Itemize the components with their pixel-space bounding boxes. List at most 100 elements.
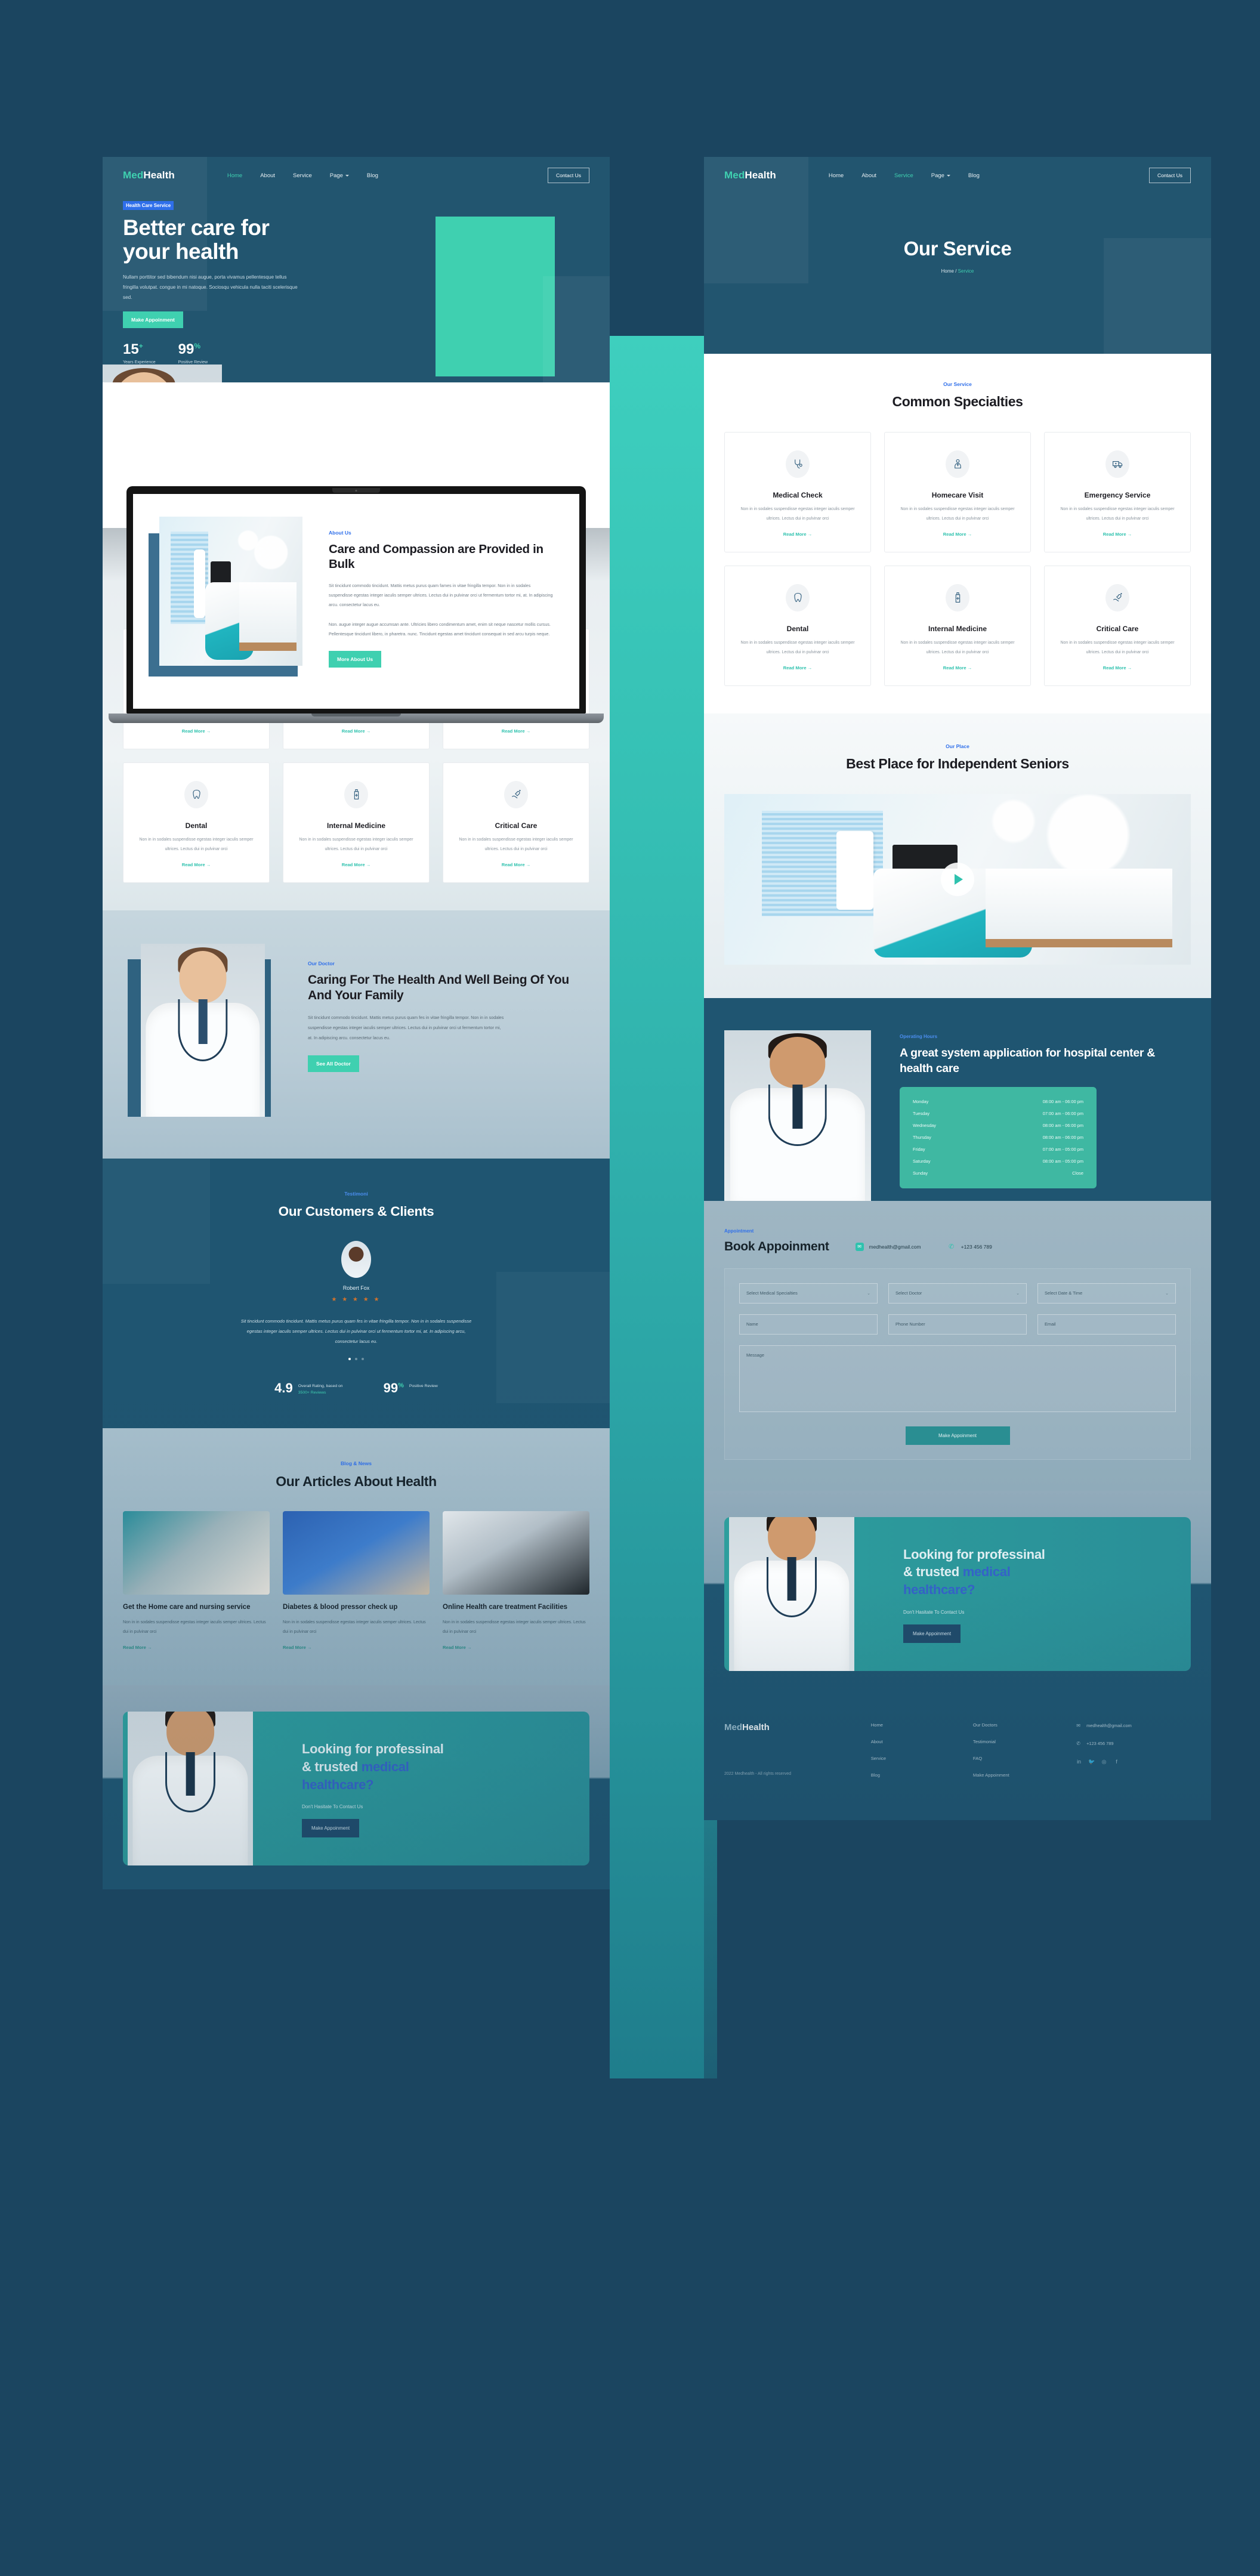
read-more-link[interactable]: Read More → [502,862,531,867]
service-desc: Non in in sodales suspendisse egestas in… [740,506,855,521]
service-card[interactable]: Critical Care Non in in sodales suspendi… [443,762,589,883]
place-video[interactable] [724,793,1191,965]
read-more-link[interactable]: Read More → [783,665,813,671]
read-more-link[interactable]: Read More → [943,665,972,671]
breadcrumb-home[interactable]: Home [941,268,954,274]
footer-link-make-appointment[interactable]: Make Appoinment [973,1772,1062,1778]
nav-item-home[interactable]: Home [227,172,242,179]
footer-link-our-doctors[interactable]: Our Doctors [973,1722,1062,1728]
facebook-icon[interactable]: f [1113,1758,1120,1766]
footer-link-testimonial[interactable]: Testimonial [973,1739,1062,1744]
read-more-link[interactable]: Read More → [123,1645,152,1650]
cta-line-2-plain: & trusted [302,1759,362,1775]
service-card[interactable]: Dental Non in in sodales suspendisse ege… [123,762,270,883]
carousel-dot-2[interactable] [355,1357,357,1360]
read-more-link[interactable]: Read More → [943,532,972,537]
submit-appointment-button[interactable]: Make Appoinment [905,1426,1010,1445]
blog-thumbnail [123,1511,270,1595]
read-more-link[interactable]: Read More → [182,728,211,734]
dental-arm [836,831,874,910]
service-card[interactable]: Critical Care Non in in sodales suspendi… [1044,565,1191,686]
hours-day: Wednesday [913,1122,936,1128]
cta-subtitle: Don't Hasitate To Contact Us [302,1804,363,1810]
blog-post[interactable]: Online Health care treatment Facilities … [443,1511,589,1653]
mail-icon: ✉ [855,1242,864,1251]
nav-item-about[interactable]: About [260,172,275,179]
chevron-down-icon [345,174,349,177]
read-more-link[interactable]: Read More → [1103,665,1132,671]
service-card[interactable]: Homecare Visit Non in in sodales suspend… [884,431,1031,552]
carousel-dot-1[interactable] [348,1357,351,1360]
read-more-link[interactable]: Read More → [342,862,371,867]
hours-eyebrow: Operating Hours [900,1033,938,1039]
read-more-link[interactable]: Read More → [783,532,813,537]
footer-link-blog[interactable]: Blog [871,1772,960,1778]
logo[interactable]: MedHealth [724,169,776,181]
service-card[interactable]: Emergency Service Non in in sodales susp… [1044,431,1191,552]
nav-item-blog[interactable]: Blog [367,172,378,179]
blog-post[interactable]: Diabetes & blood pressor check up Non in… [283,1511,430,1653]
logo[interactable]: MedHealth [123,169,175,181]
appointment-email[interactable]: ✉ medhealth@gmail.com [855,1242,921,1251]
doctor-eyebrow: Our Doctor [308,960,335,966]
positive-review-value: 99% [384,1381,404,1395]
datetime-select-label: Select Date & Time [1045,1290,1083,1296]
footer-phone[interactable]: ✆ +123 456 789 [1075,1740,1191,1747]
breadcrumb-separator: / [953,268,958,274]
footer-email[interactable]: ✉ medhealth@gmail.com [1075,1722,1191,1729]
service-card[interactable]: Internal Medicine Non in in sodales susp… [884,565,1031,686]
read-more-link[interactable]: Read More → [443,1645,472,1650]
read-more-link[interactable]: Read More → [1103,532,1132,537]
contact-us-button[interactable]: Contact Us [1148,168,1191,183]
nav-item-blog[interactable]: Blog [968,172,980,179]
blog-post[interactable]: Get the Home care and nursing service No… [123,1511,270,1653]
footer-link-service[interactable]: Service [871,1756,960,1761]
instagram-icon[interactable]: ◎ [1100,1758,1108,1766]
phone-icon: ✆ [1076,1740,1080,1746]
twitter-icon[interactable]: 🐦 [1088,1758,1095,1766]
more-about-us-button[interactable]: More About Us [329,651,382,668]
message-textarea[interactable]: Message [739,1345,1176,1412]
phone-input[interactable]: Phone Number [888,1314,1027,1335]
appointment-phone[interactable]: ✆ +123 456 789 [947,1243,992,1251]
footer-link-about[interactable]: About [871,1739,960,1744]
nav-item-page[interactable]: Page [931,172,950,179]
play-icon[interactable] [941,862,974,896]
specialty-select[interactable]: Select Medical Specialties ⌄ [739,1283,878,1304]
about-clinic-photo [159,517,302,666]
email-input[interactable]: Email [1037,1314,1176,1335]
footer-logo[interactable]: MedHealth [724,1722,858,1732]
service-card[interactable]: Medical Check Non in in sodales suspendi… [724,431,871,552]
hours-row-item: Tuesday 07:00 am - 06:00 pm [913,1107,1083,1119]
doctor-select[interactable]: Select Doctor ⌄ [888,1283,1027,1304]
read-more-link[interactable]: Read More → [342,728,371,734]
service-card[interactable]: Internal Medicine Non in in sodales susp… [283,762,430,883]
footer-link-faq[interactable]: FAQ [973,1756,1062,1761]
hours-row-item: Wednesday 08:00 am - 06:00 pm [913,1119,1083,1131]
nav-item-about[interactable]: About [861,172,876,179]
cta-make-appointment-button[interactable]: Make Appoinment [903,1624,961,1643]
read-more-link[interactable]: Read More → [502,728,531,734]
nav-item-service[interactable]: Service [894,172,913,179]
cta-make-appointment-button[interactable]: Make Appoinment [302,1819,360,1838]
service-card[interactable]: Dental Non in in sodales suspendisse ege… [724,565,871,686]
nav-item-home[interactable]: Home [829,172,844,179]
footer-link-home[interactable]: Home [871,1722,960,1728]
name-input[interactable]: Name [739,1314,878,1335]
read-more-link[interactable]: Read More → [283,1645,312,1650]
carousel-dot-3[interactable] [362,1357,364,1360]
read-more-link[interactable]: Read More → [182,862,211,867]
contact-us-button[interactable]: Contact Us [547,168,589,183]
nav-item-page[interactable]: Page [330,172,349,179]
nav-item-service[interactable]: Service [293,172,312,179]
hours-time: 07:00 am - 06:00 pm [1042,1110,1083,1116]
stat-value: 99% [178,342,208,357]
blog-eyebrow: Blog & News [341,1460,372,1466]
datetime-select[interactable]: Select Date & Time ⌄ [1037,1283,1176,1304]
poster-canvas: MedHealth Home About Service Page Blog C… [0,0,1260,2576]
stat-number: 15 [123,341,139,357]
make-appointment-button[interactable]: Make Appoinment [123,311,183,328]
linkedin-icon[interactable]: in [1075,1758,1083,1766]
cta-title: Looking for professinal & trusted medica… [302,1740,566,1793]
see-all-doctor-button[interactable]: See All Doctor [308,1055,359,1073]
